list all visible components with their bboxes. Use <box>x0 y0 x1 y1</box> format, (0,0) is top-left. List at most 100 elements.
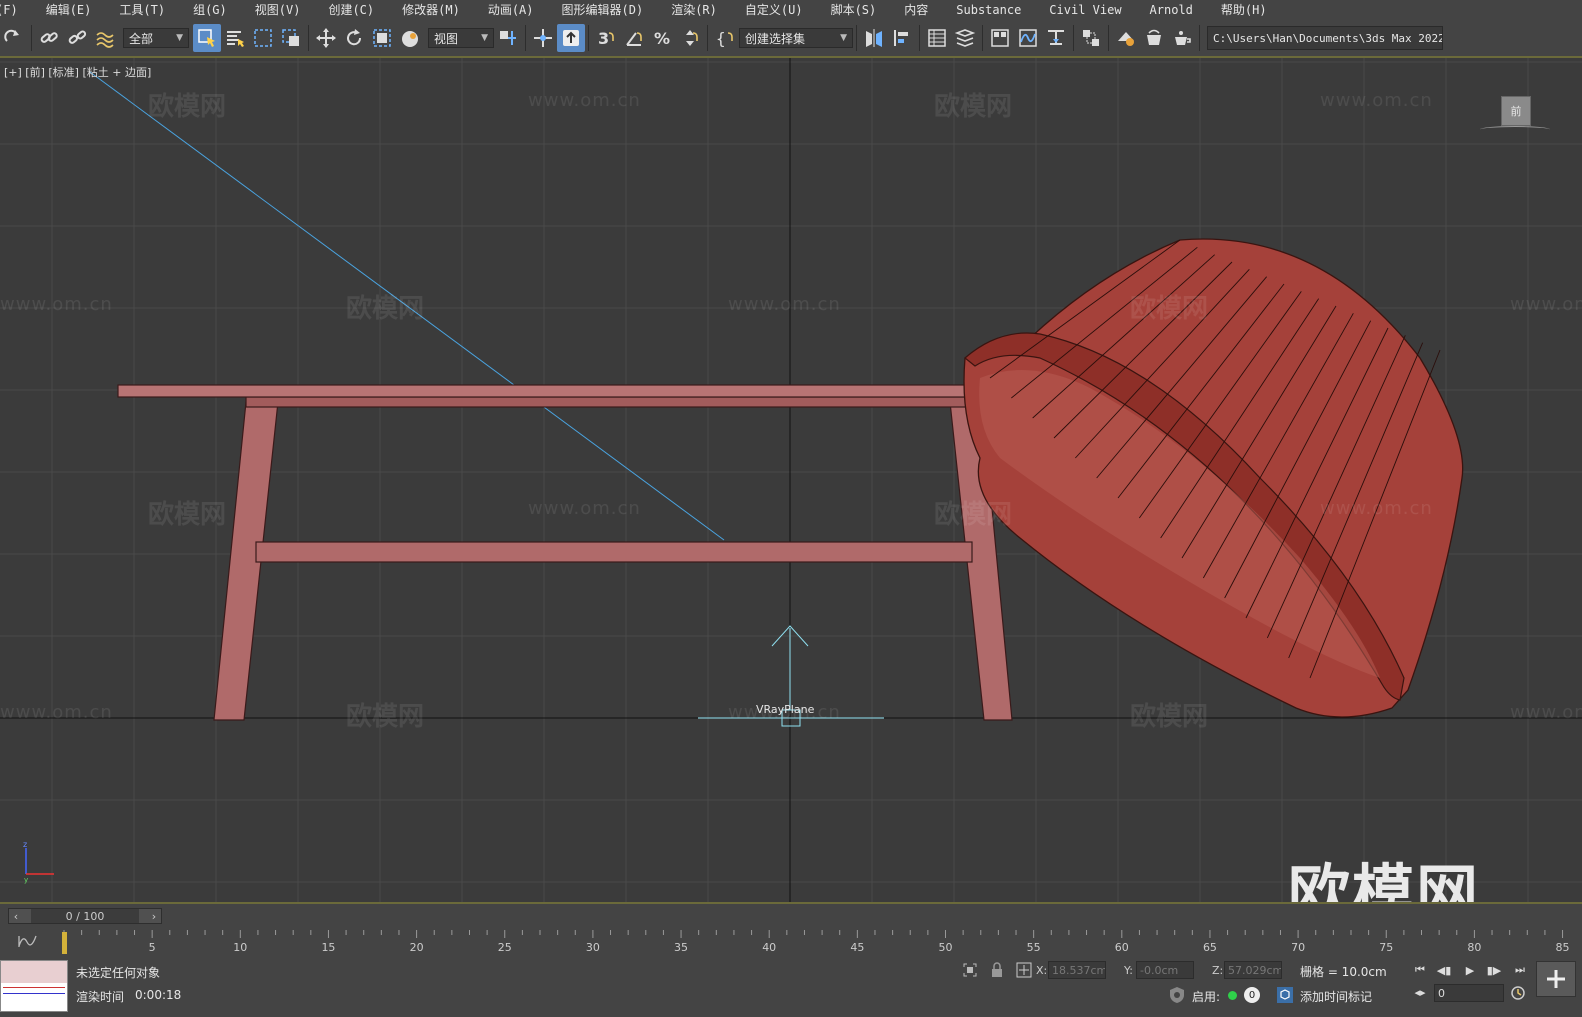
add-button[interactable] <box>1536 961 1576 997</box>
watermark: 欧模网 <box>934 500 1013 530</box>
isolate-selection-icon[interactable] <box>962 962 978 978</box>
menu-item[interactable]: Substance <box>942 0 1035 20</box>
edit-named-selection-icon[interactable]: { <box>711 24 739 52</box>
selection-filter-value: 全部 <box>129 31 154 46</box>
snap-toggle-icon[interactable]: 3 <box>592 24 620 52</box>
y-coord-field[interactable]: -0.0cm <box>1136 961 1194 979</box>
menu-item[interactable]: 视图(V) <box>241 0 315 20</box>
y-coord-label: Y: <box>1124 964 1133 977</box>
menu-item[interactable]: 工具(T) <box>105 0 179 20</box>
spinner-snap-icon[interactable] <box>676 24 704 52</box>
shield-icon[interactable] <box>1168 986 1186 1004</box>
menu-item[interactable]: Civil View <box>1035 0 1135 20</box>
menu-item[interactable]: 动画(A) <box>474 0 548 20</box>
rect-selection-icon[interactable] <box>249 24 277 52</box>
timeline-ruler[interactable]: 5 10 15 20 25 30 35 40 45 50 55 60 65 70 75 80 85 <box>60 930 1570 956</box>
viewcube-compass-ring[interactable] <box>1480 126 1550 133</box>
percent-snap-icon[interactable]: % <box>648 24 676 52</box>
menu-item[interactable]: 图形编辑器(D) <box>548 0 658 20</box>
time-cursor[interactable] <box>62 932 67 954</box>
cube-icon[interactable] <box>1276 986 1294 1004</box>
render-setup-icon[interactable] <box>1112 24 1140 52</box>
timeline-tick-label: 70 <box>1291 941 1305 954</box>
lock-icon[interactable] <box>990 962 1004 978</box>
curve-editor-icon[interactable] <box>1014 24 1042 52</box>
select-object-icon[interactable] <box>193 24 221 52</box>
front-viewport[interactable]: z y [+] [前] [标准] [粘土 + 边面] 欧模网 www.om.cn 欧… <box>0 58 1582 902</box>
absolute-mode-icon[interactable] <box>1016 962 1032 978</box>
viewport-label[interactable]: [+] [前] [标准] [粘土 + 边面] <box>4 64 151 80</box>
keyboard-shortcut-override-icon[interactable] <box>557 24 585 52</box>
selection-status: 未选定任何对象 <box>76 966 161 980</box>
unlink-icon[interactable] <box>63 24 91 52</box>
go-to-start-icon[interactable]: ⏮ <box>1412 962 1428 978</box>
menu-item[interactable]: 修改器(M) <box>388 0 474 20</box>
angle-snap-icon[interactable] <box>620 24 648 52</box>
select-manipulate-icon[interactable] <box>529 24 557 52</box>
menu-item[interactable]: 组(G) <box>179 0 241 20</box>
z-coord-field[interactable]: 57.029cm <box>1224 961 1282 979</box>
chevron-right-icon[interactable]: › <box>147 909 161 923</box>
toolbar-separator <box>1199 25 1200 51</box>
placement-icon[interactable] <box>396 24 424 52</box>
viewcube[interactable]: 前 <box>1480 94 1550 134</box>
mirror-icon[interactable] <box>860 24 888 52</box>
material-editor-icon[interactable] <box>1077 24 1105 52</box>
menu-bar: (F)编辑(E)工具(T)组(G)视图(V)创建(C)修改器(M)动画(A)图形… <box>0 0 1582 20</box>
menu-item[interactable]: 编辑(E) <box>32 0 106 20</box>
rotate-icon[interactable] <box>340 24 368 52</box>
link-icon[interactable] <box>35 24 63 52</box>
add-time-tag-button[interactable]: 添加时间标记 <box>1300 988 1372 1005</box>
menu-item[interactable]: 自定义(U) <box>731 0 817 20</box>
watermark: www.om.cn <box>528 90 641 111</box>
timeline-tick-label: 75 <box>1379 941 1393 954</box>
next-frame-icon[interactable]: ▮▶ <box>1486 962 1502 978</box>
scale-icon[interactable] <box>368 24 396 52</box>
scene-explorer-icon[interactable] <box>923 24 951 52</box>
play-icon[interactable]: ▶ <box>1462 962 1478 978</box>
window-crossing-icon[interactable] <box>277 24 305 52</box>
rendered-frame-icon[interactable] <box>1140 24 1168 52</box>
wooden-tub-model[interactable] <box>963 238 1464 718</box>
redo-icon[interactable] <box>0 24 28 52</box>
ribbon-toggle-icon[interactable] <box>986 24 1014 52</box>
select-by-name-icon[interactable] <box>221 24 249 52</box>
menu-item[interactable]: 内容 <box>890 0 942 20</box>
toolbar-separator <box>919 25 920 51</box>
current-frame-field[interactable]: 0 <box>1434 984 1504 1002</box>
menu-item[interactable]: 脚本(S) <box>817 0 891 20</box>
menu-item[interactable]: 渲染(R) <box>657 0 731 20</box>
menu-item[interactable]: 创建(C) <box>314 0 388 20</box>
time-config-icon[interactable] <box>1510 985 1526 1001</box>
table-apron <box>245 396 983 408</box>
menu-item[interactable]: Arnold <box>1136 0 1207 20</box>
chevron-down-icon: ▼ <box>176 33 183 43</box>
schematic-view-icon[interactable] <box>1042 24 1070 52</box>
move-icon[interactable] <box>312 24 340 52</box>
menu-item[interactable]: 帮助(H) <box>1207 0 1281 20</box>
render-production-icon[interactable] <box>1168 24 1196 52</box>
viewcube-front-face[interactable]: 前 <box>1501 96 1531 126</box>
time-slider[interactable]: ‹ 0 / 100 › <box>8 908 162 924</box>
chevron-left-icon[interactable]: ‹ <box>9 909 23 923</box>
x-coord-field[interactable]: 18.537cm <box>1048 961 1106 979</box>
maxscript-mini-listener[interactable] <box>0 960 68 1012</box>
main-toolbar: 全部 ▼ 视图 ▼ 3 % { 创建选择集 ▼ C:\Users\Han\Docume… <box>0 20 1582 58</box>
curve-editor-mini-icon[interactable] <box>18 934 38 948</box>
key-mode-icon[interactable]: ◂▸ <box>1412 984 1428 1000</box>
table-top <box>117 384 1103 398</box>
reference-coord-dropdown[interactable]: 视图 ▼ <box>428 28 494 48</box>
frame-display[interactable]: 0 / 100 <box>31 909 139 923</box>
previous-frame-icon[interactable]: ◀▮ <box>1436 962 1452 978</box>
bind-spacewarp-icon[interactable] <box>91 24 119 52</box>
menu-item[interactable]: (F) <box>0 0 32 20</box>
align-icon[interactable] <box>888 24 916 52</box>
pivot-center-icon[interactable] <box>494 24 522 52</box>
go-to-end-icon[interactable]: ⏭ <box>1512 962 1528 978</box>
named-selection-dropdown[interactable]: 创建选择集 ▼ <box>739 28 853 48</box>
svg-text:{: { <box>716 29 726 48</box>
project-path-dropdown[interactable]: C:\Users\Han\Documents\3ds Max 2022▼ <box>1207 26 1443 50</box>
enable-count-badge[interactable]: 0 <box>1244 987 1260 1003</box>
selection-filter-dropdown[interactable]: 全部 ▼ <box>123 28 189 48</box>
layer-explorer-icon[interactable] <box>951 24 979 52</box>
